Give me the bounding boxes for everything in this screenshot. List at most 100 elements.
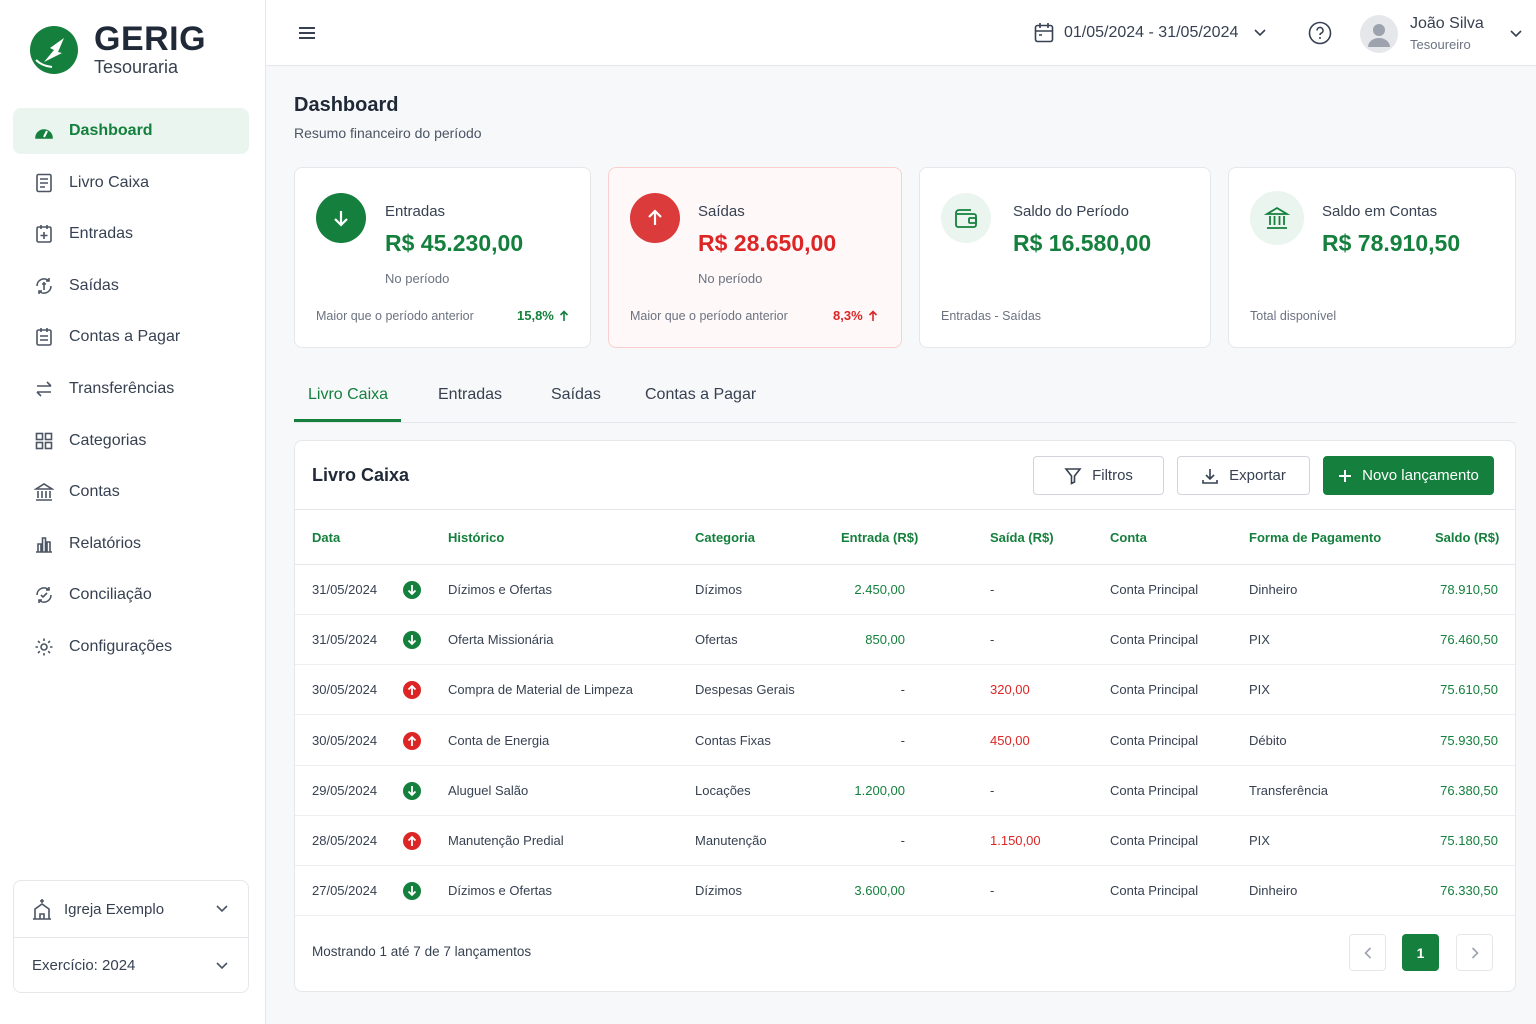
next-page-button[interactable] bbox=[1456, 934, 1493, 971]
cell-date: 31/05/2024 bbox=[312, 632, 378, 648]
cell-date: 27/05/2024 bbox=[312, 883, 378, 899]
cell-account: Conta Principal bbox=[1110, 732, 1199, 748]
cell-out: - bbox=[990, 883, 995, 899]
wallet-icon bbox=[941, 193, 991, 243]
bank-icon bbox=[1250, 191, 1304, 245]
sidebar-item-saidas[interactable]: Saídas bbox=[13, 263, 249, 309]
cell-date: 30/05/2024 bbox=[312, 732, 378, 748]
prev-page-button[interactable] bbox=[1349, 934, 1386, 971]
card-note: No período bbox=[385, 271, 450, 286]
sidebar-item-configuracoes[interactable]: Configurações bbox=[13, 624, 249, 670]
sidebar-item-contas-a-pagar[interactable]: Contas a Pagar bbox=[13, 314, 249, 360]
column-header-data[interactable]: Data bbox=[312, 530, 340, 545]
page-subtitle: Resumo financeiro do período bbox=[294, 125, 482, 141]
chevron-left-icon bbox=[1363, 946, 1372, 959]
active-tab-indicator bbox=[294, 419, 401, 422]
cell-in: 2.450,00 bbox=[854, 582, 905, 597]
arrow-up-icon bbox=[403, 832, 421, 850]
gear-icon bbox=[33, 636, 55, 658]
table-row[interactable]: 27/05/2024 Dízimos e Ofertas Dízimos 3.600,… bbox=[295, 866, 1515, 917]
transfer-icon bbox=[33, 378, 55, 400]
card-value: R$ 16.580,00 bbox=[1013, 230, 1152, 256]
cell-category: Manutenção bbox=[695, 833, 767, 848]
export-label: Exportar bbox=[1229, 467, 1286, 484]
card-label: Saldo do Período bbox=[1013, 203, 1129, 220]
page-title: Dashboard bbox=[294, 94, 399, 116]
church-selector[interactable]: Igreja Exemplo bbox=[14, 881, 248, 937]
cell-payment: PIX bbox=[1249, 632, 1270, 648]
tab-livro-caixa[interactable]: Livro Caixa bbox=[308, 386, 388, 404]
cell-history: Dízimos e Ofertas bbox=[448, 883, 553, 899]
sidebar-item-dashboard[interactable]: Dashboard bbox=[13, 108, 249, 154]
table-row[interactable]: 31/05/2024 Dízimos e Ofertas Dízimos 2.450,… bbox=[295, 565, 1515, 615]
page-button-current[interactable]: 1 bbox=[1402, 934, 1439, 971]
card-saldo-contas: Saldo em Contas R$ 78.910,50 Total dispo… bbox=[1228, 167, 1516, 348]
pagination-info: Mostrando 1 até 7 de 7 lançamentos bbox=[312, 944, 532, 959]
card-saldo-periodo: Saldo do Período R$ 16.580,00 Entradas -… bbox=[919, 167, 1211, 348]
column-header-historico[interactable]: Histórico bbox=[448, 530, 504, 545]
cell-date: 31/05/2024 bbox=[312, 582, 378, 597]
filters-button[interactable]: Filtros bbox=[1033, 456, 1164, 495]
table-row[interactable]: 30/05/2024 Compra de Material de Limpeza D… bbox=[295, 665, 1515, 716]
user-menu[interactable]: João Silva Tesoureiro bbox=[1360, 14, 1522, 54]
cell-category: Despesas Gerais bbox=[695, 682, 795, 698]
tab-contas-a-pagar[interactable]: Contas a Pagar bbox=[645, 386, 756, 404]
sidebar-item-label: Saídas bbox=[69, 276, 119, 294]
column-header-forma-pagamento[interactable]: Forma de Pagamento bbox=[1249, 530, 1381, 545]
sidebar-item-categorias[interactable]: Categorias bbox=[13, 418, 249, 464]
panel-title: Livro Caixa bbox=[312, 465, 410, 485]
card-percentage: 15,8% bbox=[517, 308, 569, 323]
tab-entradas[interactable]: Entradas bbox=[438, 386, 502, 404]
sidebar: GERIG Tesouraria Dashboard Livro Caixa E… bbox=[0, 0, 266, 1024]
sidebar-item-livro-caixa[interactable]: Livro Caixa bbox=[13, 160, 249, 206]
column-header-conta[interactable]: Conta bbox=[1110, 530, 1147, 545]
card-saidas: Saídas R$ 28.650,00 No período Maior que… bbox=[608, 167, 902, 348]
tab-saidas[interactable]: Saídas bbox=[551, 386, 601, 404]
table-row[interactable]: 28/05/2024 Manutenção Predial Manutenção - 1… bbox=[295, 816, 1515, 866]
help-icon[interactable] bbox=[1308, 21, 1332, 50]
arrow-down-icon bbox=[403, 631, 421, 650]
church-name: Igreja Exemplo bbox=[64, 900, 165, 918]
new-entry-button[interactable]: Novo lançamento bbox=[1323, 456, 1494, 495]
table-header: Data Histórico Categoria Entrada (R$) Sa… bbox=[295, 509, 1515, 565]
table-row[interactable]: 31/05/2024 Oferta Missionária Ofertas 850,0… bbox=[295, 615, 1515, 666]
topbar: 01/05/2024 - 31/05/2024 João Silva Tesou… bbox=[266, 0, 1536, 66]
sidebar-item-relatorios[interactable]: Relatórios bbox=[13, 521, 249, 567]
brand-name: GERIG bbox=[94, 20, 207, 58]
export-button[interactable]: Exportar bbox=[1177, 456, 1310, 495]
cell-account: Conta Principal bbox=[1110, 782, 1199, 798]
exercise-selector[interactable]: Exercício: 2024 bbox=[14, 937, 248, 993]
cell-out: 450,00 bbox=[990, 732, 1030, 748]
cell-date: 30/05/2024 bbox=[312, 682, 378, 698]
cell-balance: 75.610,50 bbox=[1440, 682, 1498, 698]
sidebar-item-entradas[interactable]: Entradas bbox=[13, 211, 249, 257]
cell-balance: 78.910,50 bbox=[1440, 582, 1498, 597]
cell-in: - bbox=[900, 732, 905, 748]
column-header-saldo[interactable]: Saldo (R$) bbox=[1435, 530, 1499, 545]
column-header-entrada[interactable]: Entrada (R$) bbox=[841, 530, 918, 545]
reconcile-icon bbox=[33, 584, 55, 606]
column-header-categoria[interactable]: Categoria bbox=[695, 530, 755, 545]
chevron-down-icon bbox=[1254, 29, 1266, 37]
brand[interactable]: GERIG Tesouraria bbox=[30, 22, 206, 77]
sidebar-item-conciliacao[interactable]: Conciliação bbox=[13, 572, 249, 618]
menu-icon[interactable] bbox=[296, 22, 318, 49]
exchange-icon bbox=[33, 275, 55, 297]
date-range-picker[interactable]: 01/05/2024 - 31/05/2024 bbox=[1034, 22, 1266, 44]
card-label: Saldo em Contas bbox=[1322, 203, 1438, 220]
table-row[interactable]: 29/05/2024 Aluguel Salão Locações 1.200,00 -… bbox=[295, 766, 1515, 816]
cell-balance: 76.380,50 bbox=[1440, 782, 1498, 798]
calendar-list-icon bbox=[33, 326, 55, 348]
user-role: Tesoureiro bbox=[1410, 37, 1471, 52]
cell-in: 1.200,00 bbox=[854, 782, 905, 798]
table-row[interactable]: 30/05/2024 Conta de Energia Contas Fixas - 4… bbox=[295, 716, 1515, 766]
arrow-up-icon bbox=[403, 681, 421, 700]
cell-balance: 76.460,50 bbox=[1440, 632, 1498, 648]
arrow-down-icon bbox=[403, 581, 421, 599]
date-range-value: 01/05/2024 - 31/05/2024 bbox=[1064, 24, 1239, 41]
sidebar-item-transferencias[interactable]: Transferências bbox=[13, 366, 249, 412]
sidebar-context: Igreja Exemplo Exercício: 2024 bbox=[13, 880, 249, 993]
column-header-saida[interactable]: Saída (R$) bbox=[990, 530, 1054, 545]
arrow-down-icon bbox=[403, 781, 421, 800]
sidebar-item-contas[interactable]: Contas bbox=[13, 469, 249, 515]
